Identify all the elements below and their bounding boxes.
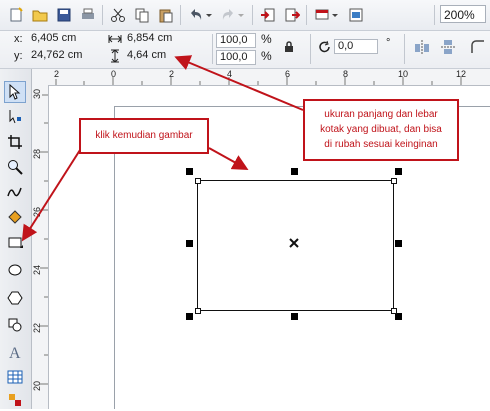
callout-draw-instruction: klik kemudian gambar xyxy=(79,118,209,154)
callout-text-line: ukuran panjang dan lebar xyxy=(324,109,438,120)
callout-size-info: ukuran panjang dan lebar kotak yang dibu… xyxy=(303,99,459,161)
annotation-arrows xyxy=(21,55,304,242)
callout-text-line: kotak yang dibuat, dan bisa xyxy=(320,124,442,135)
callout-text: klik kemudian gambar xyxy=(95,130,193,141)
callout-text-line: di rubah sesuai keinginan xyxy=(324,139,438,150)
